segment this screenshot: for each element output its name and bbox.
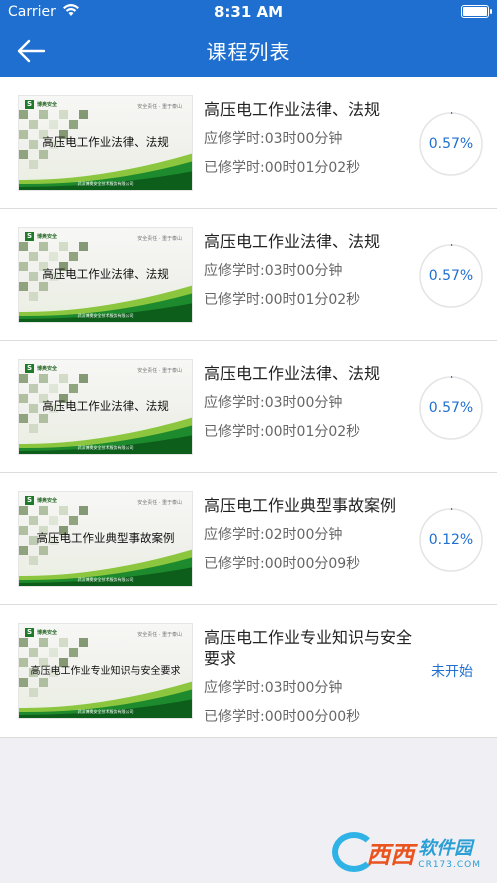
course-thumbnail: S 博奥安全 安全责任 · 重于泰山 高压电工作业法律、法规 武汉博奥安全技术服务有限公… [18,95,193,191]
thumb-footer: 武汉博奥安全技术服务有限公司 [77,577,134,582]
logo-icon: S [25,628,34,637]
watermark-logo: 西西 软件园 CR173.COM [332,832,481,872]
thumb-logo: S 博奥安全 [25,100,58,109]
required-hours: 应修学时:03时00分钟 [204,131,343,147]
course-thumbnail: S 博奥安全 安全责任 · 重于泰山 高压电工作业典型事故案例 武汉博奥安全技术服务有限… [18,491,193,587]
watermark-c-icon [332,832,377,872]
top-bar: Carrier 8:31 AM 课程列表 [0,0,497,77]
logo-icon: S [25,364,34,373]
thumb-footer: 武汉博奥安全技术服务有限公司 [77,445,134,450]
watermark-site: 软件园 [418,838,473,859]
thumb-slogan: 安全责任 · 重于泰山 [137,500,182,506]
course-row[interactable]: S 博奥安全 安全责任 · 重于泰山 高压电工作业典型事故案例武汉博奥安全技术服务有限… [0,473,497,605]
required-hours: 应修学时:02时00分钟 [204,527,343,543]
not-started-label: 未开始 [431,664,473,680]
course-title: 高压电工作业典型事故案例 [204,496,397,515]
course-row[interactable]: S 博奥安全 安全责任 · 重于泰山 高压电工作业法律、法规武汉博奥安全技术服务有限公… [0,77,497,209]
studied-hours: 已修学时:00时01分02秒 [204,160,361,176]
course-row[interactable]: S 博奥安全 安全责任 · 重于泰山 高压电工作业法律、法规武汉博奥安全技术服务有限公… [0,341,497,473]
required-hours: 应修学时:03时00分钟 [204,263,343,279]
thumb-slogan: 安全责任 · 重于泰山 [137,368,182,374]
logo-icon: S [25,232,34,241]
thumb-logo: S 博奥安全 [25,496,58,505]
course-thumbnail: S 博奥安全 安全责任 · 重于泰山 高压电工作业专业知识与安全要求 武汉博奥安全技术服… [18,623,193,719]
studied-hours: 已修学时:00时01分02秒 [204,424,361,440]
course-info: 高压电工作业典型事故案例 应修学时:02时00分钟已修学时:00时00分09秒 [204,495,414,574]
progress-percent: 0.57% [428,400,474,416]
required-hours: 应修学时:03时00分钟 [204,680,343,696]
course-info: 高压电工作业专业知识与安全要求应修学时:03时00分钟已修学时:00时00分00… [204,627,414,727]
status-bar: Carrier 8:31 AM [0,0,497,26]
navigation-bar: 课程列表 [0,26,497,77]
progress-ring: 0.57% [418,375,484,441]
thumb-footer: 武汉博奥安全技术服务有限公司 [77,313,134,318]
course-thumbnail: S 博奥安全 安全责任 · 重于泰山 高压电工作业法律、法规 武汉博奥安全技术服务有限公… [18,227,193,323]
course-title: 高压电工作业法律、法规 [204,100,381,119]
page-title: 课程列表 [206,40,291,64]
course-title: 高压电工作业专业知识与安全要求 [204,628,413,668]
progress-ring: 0.57% [418,243,484,309]
course-title: 高压电工作业法律、法规 [204,364,381,383]
progress-percent: 0.57% [428,136,474,152]
studied-hours: 已修学时:00时00分00秒 [204,709,361,725]
thumb-logo: S 博奥安全 [25,364,58,373]
logo-icon: S [25,100,34,109]
course-thumbnail: S 博奥安全 安全责任 · 重于泰山 高压电工作业法律、法规 武汉博奥安全技术服务有限公… [18,359,193,455]
course-info: 高压电工作业法律、法规 应修学时:03时00分钟已修学时:00时01分02秒 [204,99,414,178]
thumb-logo: S 博奥安全 [25,232,58,241]
progress-ring: 0.12% [418,507,484,573]
thumb-footer: 武汉博奥安全技术服务有限公司 [77,181,134,186]
progress-percent: 0.57% [428,268,474,284]
studied-hours: 已修学时:00时01分02秒 [204,292,361,308]
studied-hours: 已修学时:00时00分09秒 [204,556,361,572]
thumb-slogan: 安全责任 · 重于泰山 [137,632,182,638]
progress-percent: 0.12% [428,532,474,548]
course-info: 高压电工作业法律、法规 应修学时:03时00分钟已修学时:00时01分02秒 [204,231,414,310]
clock: 8:31 AM [213,3,284,21]
battery-icon [461,5,492,18]
course-row[interactable]: S 博奥安全 安全责任 · 重于泰山 高压电工作业专业知识与安全要求武汉博奥安全技术服… [0,605,497,738]
thumb-footer: 武汉博奥安全技术服务有限公司 [77,709,134,714]
thumb-slogan: 安全责任 · 重于泰山 [137,104,182,110]
course-info: 高压电工作业法律、法规 应修学时:03时00分钟已修学时:00时01分02秒 [204,363,414,442]
watermark-domain: CR173.COM [418,860,481,870]
thumb-slogan: 安全责任 · 重于泰山 [137,236,182,242]
required-hours: 应修学时:03时00分钟 [204,395,343,411]
progress-ring: 0.57% [418,111,484,177]
logo-icon: S [25,496,34,505]
thumb-logo: S 博奥安全 [25,628,58,637]
course-list: S 博奥安全 安全责任 · 重于泰山 高压电工作业法律、法规 武汉博奥安全技术服务有限公… [0,77,497,738]
course-row[interactable]: S 博奥安全 安全责任 · 重于泰山 高压电工作业法律、法规武汉博奥安全技术服务有限公… [0,209,497,341]
course-title: 高压电工作业法律、法规 [204,232,381,251]
